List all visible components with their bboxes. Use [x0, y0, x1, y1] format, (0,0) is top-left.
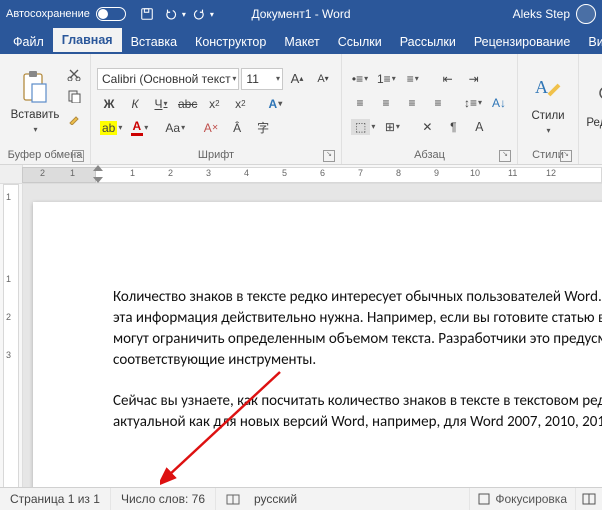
- document-scroll[interactable]: Количество знаков в тексте редко интерес…: [23, 184, 602, 490]
- find-icon: [590, 77, 602, 113]
- group-font: Шрифт ↘: [97, 147, 335, 164]
- toggle-icon: [96, 7, 126, 21]
- book-icon: [226, 492, 240, 506]
- hanging-indent[interactable]: [93, 177, 103, 183]
- ribbon: Вставить ▾ Буфер обмена ↘ Cali: [0, 54, 602, 165]
- tab-home[interactable]: Главная: [53, 28, 122, 54]
- justify-button[interactable]: ≡: [426, 93, 450, 113]
- styles-icon: A: [530, 70, 566, 106]
- shading-button[interactable]: ⬚▾: [348, 117, 378, 137]
- svg-text:A: A: [535, 77, 548, 97]
- sort-button[interactable]: A↓: [487, 93, 511, 113]
- tab-mailings[interactable]: Рассылки: [391, 30, 465, 54]
- status-bar: Страница 1 из 1 Число слов: 76 русский Ф…: [0, 487, 602, 510]
- styles-button[interactable]: A Стили ▾: [524, 63, 572, 143]
- tab-layout[interactable]: Макет: [275, 30, 328, 54]
- font-family-combo[interactable]: Calibri (Основной текст▾: [97, 68, 239, 90]
- change-case-button[interactable]: Aa▾: [162, 118, 188, 138]
- text-direction-button[interactable]: ✕: [415, 117, 439, 137]
- grow-font-button[interactable]: A▴: [285, 69, 309, 89]
- font-size-combo[interactable]: 11▾: [241, 68, 283, 90]
- enclose-button[interactable]: 字: [251, 118, 275, 138]
- editing-label: Редакти: [586, 117, 602, 129]
- paste-label: Вставить: [11, 109, 60, 121]
- group-clipboard: Буфер обмена ↘: [6, 147, 84, 164]
- title-bar: Автосохранение ▾ ▾ Документ1 - Word Alek…: [0, 0, 602, 28]
- styles-label: Стили: [531, 110, 564, 122]
- quick-access-toolbar: ▾ ▾: [136, 3, 214, 25]
- borders-button[interactable]: ⊞▾: [380, 117, 404, 137]
- paste-button[interactable]: Вставить ▾: [6, 58, 64, 144]
- undo-dropdown[interactable]: ▾: [182, 10, 186, 19]
- ruler-horizontal[interactable]: 2 1 1 2 3 4 5 6 7 8 9 10 11 12: [0, 165, 602, 184]
- decrease-indent-button[interactable]: ⇤: [436, 69, 460, 89]
- paragraph-1[interactable]: Количество знаков в тексте редко интерес…: [113, 287, 602, 371]
- paragraph-2[interactable]: Сейчас вы узнаете, как посчитать количес…: [113, 391, 602, 433]
- font-launcher[interactable]: ↘: [323, 150, 335, 162]
- clipboard-launcher[interactable]: ↘: [72, 150, 84, 162]
- cut-button[interactable]: [64, 64, 84, 84]
- text-effects-button[interactable]: A▾: [263, 94, 287, 114]
- undo-button[interactable]: [160, 3, 182, 25]
- tab-references[interactable]: Ссылки: [329, 30, 391, 54]
- focus-icon: [478, 493, 490, 505]
- tab-review[interactable]: Рецензирование: [465, 30, 580, 54]
- tab-insert[interactable]: Вставка: [122, 30, 186, 54]
- bold-button[interactable]: Ж: [97, 94, 121, 114]
- bullets-button[interactable]: •≡▾: [348, 69, 372, 89]
- asian-layout-button[interactable]: Ａ: [467, 117, 491, 137]
- read-mode-button[interactable]: [575, 488, 602, 510]
- copy-button[interactable]: [64, 86, 84, 106]
- font-color-button[interactable]: A▾: [127, 118, 151, 138]
- qat-customize[interactable]: ▾: [210, 10, 214, 19]
- show-marks-button[interactable]: ¶: [441, 117, 465, 137]
- status-proofing[interactable]: [216, 488, 250, 510]
- user-name[interactable]: Aleks Step: [513, 7, 570, 21]
- clear-format-button[interactable]: A✕: [199, 118, 223, 138]
- autosave-toggle[interactable]: Автосохранение: [6, 7, 126, 21]
- align-right-button[interactable]: ≡: [400, 93, 424, 113]
- multilevel-button[interactable]: ≡▾: [401, 69, 425, 89]
- group-styles: Стили ↘: [524, 147, 572, 164]
- focus-mode-button[interactable]: Фокусировка: [469, 488, 575, 510]
- shrink-font-button[interactable]: A▾: [311, 69, 335, 89]
- styles-launcher[interactable]: ↘: [560, 150, 572, 162]
- line-spacing-button[interactable]: ↕≡▾: [461, 93, 485, 113]
- status-word-count[interactable]: Число слов: 76: [111, 488, 216, 510]
- underline-button[interactable]: Ч▾: [149, 94, 173, 114]
- phonetic-button[interactable]: Â: [225, 118, 249, 138]
- format-painter-button[interactable]: [64, 108, 84, 128]
- tab-design[interactable]: Конструктор: [186, 30, 275, 54]
- increase-indent-button[interactable]: ⇥: [462, 69, 486, 89]
- avatar[interactable]: [576, 4, 596, 24]
- superscript-button[interactable]: x2: [228, 94, 252, 114]
- work-area: 1 1 2 3 Количество знаков в тексте редко…: [0, 184, 602, 490]
- highlight-button[interactable]: ab▾: [97, 118, 125, 138]
- strikethrough-button[interactable]: abc: [175, 94, 200, 114]
- group-editing: [585, 147, 602, 164]
- group-paragraph: Абзац ↘: [348, 147, 511, 164]
- status-page[interactable]: Страница 1 из 1: [0, 488, 111, 510]
- paragraph-launcher[interactable]: ↘: [499, 150, 511, 162]
- ribbon-tabs: Файл Главная Вставка Конструктор Макет С…: [0, 28, 602, 54]
- ruler-vertical[interactable]: 1 1 2 3: [0, 184, 23, 490]
- page[interactable]: Количество знаков в тексте редко интерес…: [33, 202, 602, 490]
- tab-view[interactable]: Вид: [579, 30, 602, 54]
- first-line-indent[interactable]: [93, 165, 103, 171]
- align-center-button[interactable]: ≡: [374, 93, 398, 113]
- subscript-button[interactable]: x2: [202, 94, 226, 114]
- status-language[interactable]: русский: [250, 488, 307, 510]
- clipboard-icon: [17, 69, 53, 105]
- editing-button[interactable]: Редакти: [585, 63, 602, 143]
- window-title: Документ1 - Word: [251, 7, 350, 21]
- redo-button[interactable]: [188, 3, 210, 25]
- autosave-label: Автосохранение: [6, 8, 90, 20]
- save-icon[interactable]: [136, 3, 158, 25]
- tab-file[interactable]: Файл: [4, 30, 53, 54]
- align-left-button[interactable]: ≡: [348, 93, 372, 113]
- numbering-button[interactable]: 1≡▾: [374, 69, 399, 89]
- italic-button[interactable]: К: [123, 94, 147, 114]
